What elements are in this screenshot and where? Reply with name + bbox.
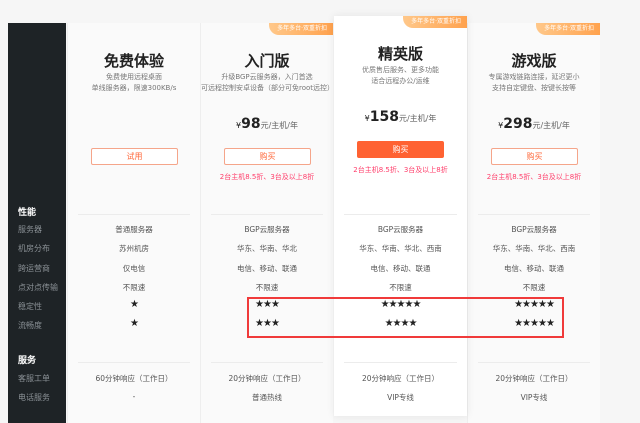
service-cell: 20分钟响应（工作日） bbox=[361, 374, 440, 383]
feature-label: 机房分布 bbox=[18, 244, 50, 253]
desc-line: 专属游戏链路连接，延迟更小 bbox=[488, 73, 580, 81]
plan-title: 精英版 bbox=[377, 45, 423, 63]
service-cell: 60分钟响应（工作日） bbox=[95, 374, 173, 383]
perf-cell: BGP云服务器 bbox=[511, 225, 557, 234]
perf-cell: 电信、移动、联通 bbox=[504, 264, 564, 273]
divider bbox=[78, 362, 190, 363]
star-rating: ★★★ bbox=[255, 318, 280, 329]
price-value: 298 bbox=[503, 116, 533, 132]
perf-cell: 电信、移动、联通 bbox=[370, 264, 431, 273]
promo-text: 2台主机8.5折、3台及以上8折 bbox=[219, 173, 315, 181]
star-rating: ★★★ bbox=[255, 299, 280, 310]
plan-title: 免费体验 bbox=[103, 52, 164, 70]
section-heading-service: 服务 bbox=[18, 356, 37, 366]
desc-line: 可远程控制安卓设备（部分可免root远控） bbox=[201, 84, 335, 92]
divider bbox=[478, 214, 590, 215]
star-rating: ★ bbox=[130, 318, 139, 329]
desc-line: 优质售后服务、更多功能 bbox=[362, 66, 439, 74]
buy-button[interactable]: 购买 bbox=[357, 141, 444, 158]
perf-cell: BGP云服务器 bbox=[377, 225, 424, 234]
divider bbox=[211, 214, 323, 215]
feature-label: 稳定性 bbox=[18, 302, 42, 311]
perf-cell: BGP云服务器 bbox=[244, 225, 290, 234]
perf-cell: 华东、华南、华北、西南 bbox=[492, 244, 576, 253]
price-unit: 元/主机/年 bbox=[532, 121, 570, 130]
plan-elite-card: 多年多台·双重折扣精英版优质售后服务、更多功能 适合远程办公/运维 ¥158元/主机… bbox=[334, 16, 467, 416]
perf-cell: 普通服务器 bbox=[115, 225, 153, 234]
service-cell: - bbox=[132, 392, 136, 401]
service-cell: 20分钟响应（工作日） bbox=[228, 374, 306, 383]
plan-description: 专属游戏链路连接，延迟更小 支持自定键盘、按键长按等 bbox=[468, 72, 600, 94]
star-rating: ★★★★★ bbox=[380, 299, 422, 310]
desc-line: 适合远程办公/运维 bbox=[371, 77, 430, 85]
price-unit: 元/主机/年 bbox=[398, 114, 437, 123]
promo-text: 2台主机8.5折、3台及以上8折 bbox=[353, 166, 448, 174]
feature-label: 流畅度 bbox=[18, 321, 42, 330]
plan-price: ¥298元/主机/年 bbox=[468, 113, 600, 132]
service-cell: 普通热线 bbox=[252, 393, 282, 402]
try-button[interactable]: 试用 bbox=[91, 148, 178, 165]
feature-label: 电话服务 bbox=[18, 393, 50, 402]
divider bbox=[478, 362, 590, 363]
star-rating: ★★★★★ bbox=[514, 299, 555, 310]
perf-cell: 仅电信 bbox=[122, 264, 146, 273]
plan-title: 游戏版 bbox=[511, 52, 557, 70]
feature-label: 客服工单 bbox=[18, 374, 50, 383]
plan-free-card: 免费体验免费使用远程桌面单线服务器，限速300KB/s 试用普通服务器苏州机房仅电… bbox=[67, 23, 200, 423]
perf-cell: 不限速 bbox=[522, 283, 546, 292]
desc-line: 免费使用远程桌面 bbox=[106, 73, 162, 81]
perf-cell: 华东、华南、华北、西南 bbox=[359, 244, 442, 253]
buy-button[interactable]: 购买 bbox=[491, 148, 578, 165]
service-cell: VIP专线 bbox=[520, 393, 548, 402]
divider bbox=[344, 214, 457, 215]
feature-label: 跨运营商 bbox=[18, 264, 50, 273]
plan-price: ¥158元/主机/年 bbox=[334, 106, 467, 125]
discount-badge: 多年多台·双重折扣 bbox=[403, 16, 467, 28]
desc-line: 支持自定键盘、按键长按等 bbox=[492, 84, 576, 92]
plan-game-card: 多年多台·双重折扣游戏版专属游戏链路连接，延迟更小 支持自定键盘、按键长按等 ¥29… bbox=[467, 23, 600, 423]
desc-line: 升级BGP云服务器，入门首选 bbox=[221, 73, 313, 81]
section-heading-performance: 性能 bbox=[18, 208, 37, 218]
promo-text: 2台主机8.5折、3台及以上8折 bbox=[486, 173, 582, 181]
buy-button[interactable]: 购买 bbox=[224, 148, 311, 165]
plan-description: 免费使用远程桌面单线服务器，限速300KB/s bbox=[68, 72, 200, 94]
service-cell: VIP专线 bbox=[387, 393, 414, 402]
price-unit: 元/主机/年 bbox=[260, 121, 298, 130]
perf-cell: 电信、移动、联通 bbox=[237, 264, 297, 273]
discount-badge: 多年多台·双重折扣 bbox=[536, 23, 600, 35]
discount-badge: 多年多台·双重折扣 bbox=[269, 23, 333, 35]
desc-line: 单线服务器，限速300KB/s bbox=[91, 84, 177, 92]
price-value: 98 bbox=[241, 116, 261, 132]
feature-sidebar: 性能 服务器 机房分布 跨运营商 点对点传输 稳定性 流畅度 服务 客服工单 电… bbox=[8, 23, 66, 423]
perf-cell: 不限速 bbox=[389, 283, 412, 292]
divider bbox=[211, 362, 323, 363]
perf-cell: 苏州机房 bbox=[119, 244, 149, 253]
star-rating: ★★★★★ bbox=[514, 318, 555, 329]
feature-label: 服务器 bbox=[18, 225, 42, 234]
plan-title: 入门版 bbox=[244, 52, 290, 70]
perf-cell: 不限速 bbox=[255, 283, 279, 292]
plan-description: 升级BGP云服务器，入门首选可远程控制安卓设备（部分可免root远控） bbox=[201, 72, 335, 94]
plan-entry-card: 多年多台·双重折扣入门版升级BGP云服务器，入门首选可远程控制安卓设备（部分可免… bbox=[200, 23, 335, 423]
divider bbox=[78, 214, 190, 215]
star-rating: ★★★★ bbox=[384, 318, 418, 329]
price-value: 158 bbox=[369, 109, 399, 125]
plan-description: 优质售后服务、更多功能 适合远程办公/运维 bbox=[334, 65, 467, 87]
divider bbox=[344, 362, 457, 363]
feature-label: 点对点传输 bbox=[18, 283, 58, 292]
star-rating: ★ bbox=[130, 299, 139, 310]
perf-cell: 华东、华南、华北 bbox=[237, 244, 297, 253]
service-cell: 20分钟响应（工作日） bbox=[495, 374, 573, 383]
perf-cell: 不限速 bbox=[122, 283, 146, 292]
plan-price: ¥98元/主机/年 bbox=[201, 113, 333, 132]
